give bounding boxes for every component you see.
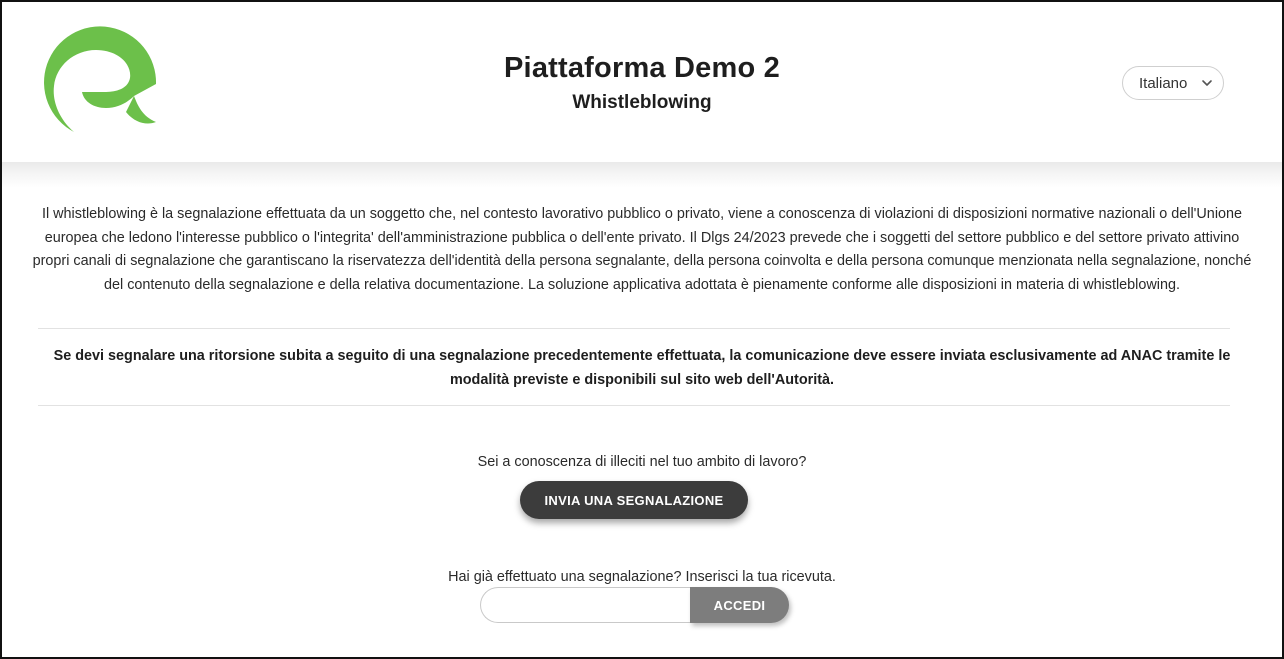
- access-button[interactable]: ACCEDI: [690, 587, 789, 623]
- anac-warning: Se devi segnalare una ritorsione subita …: [53, 348, 1231, 388]
- report-question: Sei a conoscenza di illeciti nel tuo amb…: [477, 454, 807, 470]
- page-frame: Piattaforma Demo 2 Whistleblowing Italia…: [0, 0, 1284, 659]
- divider: [38, 405, 1230, 406]
- site-header: Piattaforma Demo 2 Whistleblowing Italia…: [2, 2, 1282, 162]
- receipt-input[interactable]: [480, 587, 694, 623]
- language-select[interactable]: Italiano: [1122, 66, 1224, 100]
- language-select-value: Italiano: [1139, 74, 1188, 92]
- chevron-down-icon: [1202, 80, 1212, 86]
- send-report-button[interactable]: INVIA UNA SEGNALAZIONE: [520, 481, 748, 519]
- page-title: Piattaforma Demo 2: [504, 52, 780, 84]
- header-shadow: [2, 162, 1282, 188]
- intro-paragraph: Il whistleblowing è la segnalazione effe…: [32, 206, 1252, 293]
- page-subtitle: Whistleblowing: [572, 92, 712, 113]
- divider: [38, 328, 1230, 329]
- receipt-prompt: Hai già effettuato una segnalazione? Ins…: [448, 569, 836, 585]
